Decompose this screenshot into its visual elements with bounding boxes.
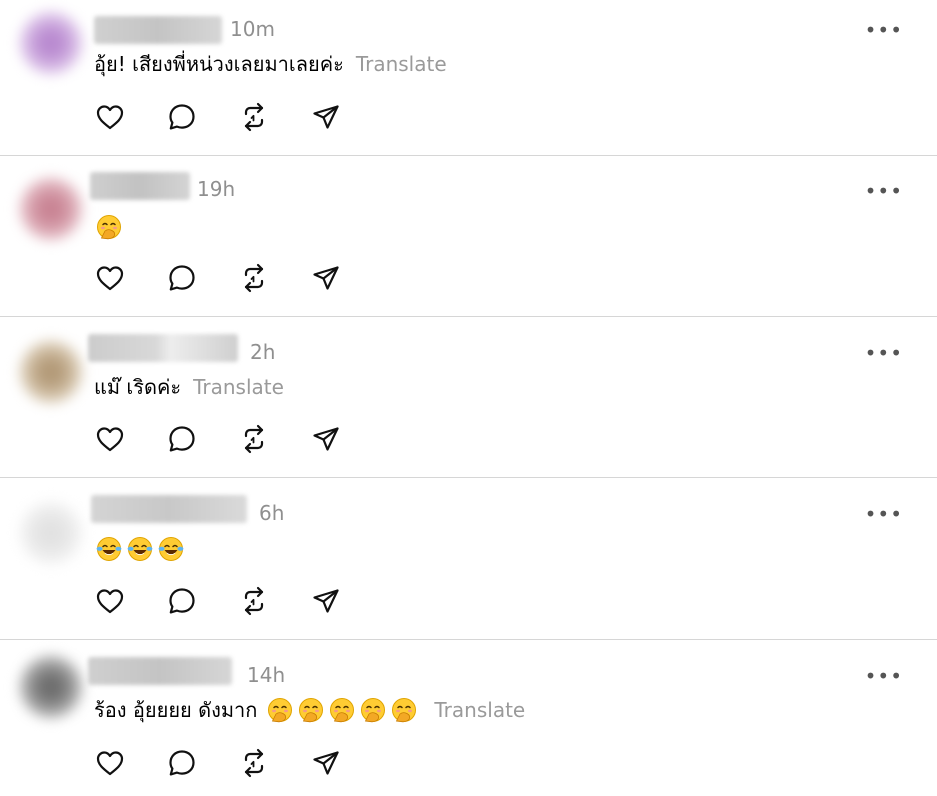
reply-button[interactable]	[166, 747, 198, 779]
share-button[interactable]	[310, 747, 342, 779]
repost-icon	[244, 102, 264, 132]
repost-icon	[244, 586, 264, 616]
comment-text: แม๊ เริดค่ะ	[94, 375, 182, 399]
more-options-icon[interactable]: •••	[865, 504, 903, 524]
face-with-hand-over-mouth-emoji-icon	[392, 698, 417, 723]
post-time: 19h	[197, 177, 236, 201]
comment-text: อุ้ย! เสียงพี่หน่วงเลยมาเลยค่ะ	[94, 52, 344, 76]
paper-plane-icon	[313, 589, 339, 613]
repost-button[interactable]	[238, 585, 270, 617]
avatar[interactable]	[18, 654, 84, 720]
speech-bubble-icon	[169, 426, 195, 452]
username-blurred[interactable]	[88, 657, 232, 685]
heart-icon	[96, 266, 124, 291]
speech-bubble-icon	[169, 265, 195, 291]
comment-post: 19h •••	[0, 156, 937, 316]
username-blurred[interactable]	[90, 172, 190, 200]
avatar[interactable]	[18, 10, 84, 76]
translate-link[interactable]: Translate	[434, 698, 525, 722]
speech-bubble-icon	[169, 588, 195, 614]
like-button[interactable]	[94, 747, 126, 779]
post-time: 10m	[230, 17, 275, 41]
emoji-group	[267, 697, 422, 723]
speech-bubble-icon	[169, 104, 195, 130]
share-button[interactable]	[310, 423, 342, 455]
comment-post: 10m ••• อุ้ย! เสียงพี่หน่วงเลยมาเลยค่ะ T…	[0, 0, 937, 155]
post-time: 2h	[250, 340, 276, 364]
post-time: 6h	[259, 501, 285, 525]
paper-plane-icon	[313, 427, 339, 451]
repost-icon	[244, 748, 264, 778]
face-with-hand-over-mouth-emoji-icon	[330, 698, 355, 723]
face-with-tears-of-joy-emoji-icon	[127, 537, 153, 561]
share-button[interactable]	[310, 585, 342, 617]
more-options-icon[interactable]: •••	[865, 343, 903, 363]
more-options-icon[interactable]: •••	[865, 666, 903, 686]
comment-body: แม๊ เริดค่ะ Translate	[94, 370, 284, 404]
comment-body	[96, 210, 127, 244]
username-blurred[interactable]	[94, 16, 222, 44]
repost-button[interactable]	[238, 262, 270, 294]
face-with-hand-over-mouth-emoji-icon	[299, 698, 324, 723]
like-button[interactable]	[94, 262, 126, 294]
paper-plane-icon	[313, 105, 339, 129]
username-blurred[interactable]	[88, 334, 238, 362]
face-with-hand-over-mouth-emoji-icon	[361, 698, 386, 723]
comment-body: ร้อง อุ้ยยยย ดังมาก Translate	[94, 693, 525, 727]
comment-body: อุ้ย! เสียงพี่หน่วงเลยมาเลยค่ะ Translate	[94, 47, 447, 81]
comment-post: 6h •••	[0, 478, 937, 639]
repost-button[interactable]	[238, 423, 270, 455]
comment-feed: 10m ••• อุ้ย! เสียงพี่หน่วงเลยมาเลยค่ะ T…	[0, 0, 937, 796]
username-blurred[interactable]	[91, 495, 247, 523]
comment-text: ร้อง อุ้ยยยย ดังมาก	[94, 698, 258, 722]
comment-body	[96, 532, 189, 566]
heart-icon	[96, 105, 124, 130]
paper-plane-icon	[313, 266, 339, 290]
repost-button[interactable]	[238, 747, 270, 779]
face-with-tears-of-joy-emoji-icon	[96, 537, 122, 561]
heart-icon	[96, 751, 124, 776]
reply-button[interactable]	[166, 423, 198, 455]
avatar[interactable]	[18, 500, 84, 566]
share-button[interactable]	[310, 101, 342, 133]
speech-bubble-icon	[169, 750, 195, 776]
face-with-tears-of-joy-emoji-icon	[158, 537, 184, 561]
translate-link[interactable]: Translate	[193, 375, 284, 399]
repost-button[interactable]	[238, 101, 270, 133]
avatar[interactable]	[18, 339, 84, 405]
reply-button[interactable]	[166, 262, 198, 294]
translate-link[interactable]: Translate	[356, 52, 447, 76]
like-button[interactable]	[94, 101, 126, 133]
comment-post: 14h ••• ร้อง อุ้ยยยย ดังมาก Translate	[0, 640, 937, 796]
heart-icon	[96, 589, 124, 614]
more-options-icon[interactable]: •••	[865, 181, 903, 201]
like-button[interactable]	[94, 423, 126, 455]
face-with-hand-over-mouth-emoji-icon	[268, 698, 293, 723]
heart-icon	[96, 427, 124, 452]
repost-icon	[244, 263, 264, 293]
like-button[interactable]	[94, 585, 126, 617]
repost-icon	[244, 424, 264, 454]
post-time: 14h	[247, 663, 286, 687]
paper-plane-icon	[313, 751, 339, 775]
face-with-hand-over-mouth-emoji-icon	[97, 215, 121, 240]
more-options-icon[interactable]: •••	[865, 20, 903, 40]
comment-post: 2h ••• แม๊ เริดค่ะ Translate	[0, 317, 937, 477]
reply-button[interactable]	[166, 101, 198, 133]
avatar[interactable]	[18, 176, 84, 242]
share-button[interactable]	[310, 262, 342, 294]
reply-button[interactable]	[166, 585, 198, 617]
